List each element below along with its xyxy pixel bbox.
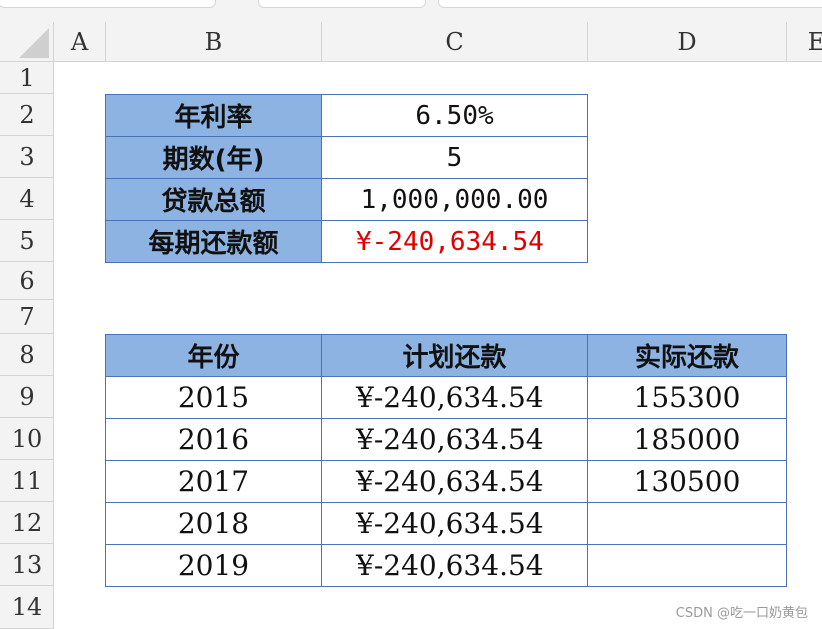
column-header-b[interactable]: B: [106, 22, 322, 62]
summary-value-loan[interactable]: 1,000,000.00: [322, 179, 588, 221]
row-header-2[interactable]: 2: [0, 94, 54, 136]
schedule-header-actual[interactable]: 实际还款: [588, 335, 787, 377]
summary-label-payment[interactable]: 每期还款额: [106, 221, 322, 263]
summary-value-rate[interactable]: 6.50%: [322, 95, 588, 137]
schedule-planned-cell[interactable]: ¥-240,634.54: [322, 461, 588, 503]
row-header-6[interactable]: 6: [0, 262, 54, 300]
schedule-year-cell[interactable]: 2018: [106, 503, 322, 545]
row-header-7[interactable]: 7: [0, 300, 54, 334]
column-header-e[interactable]: E: [787, 22, 822, 62]
row-header-11[interactable]: 11: [0, 460, 54, 502]
summary-label-periods[interactable]: 期数(年): [106, 137, 322, 179]
row-header-column: 1 2 3 4 5 6 7 8 9 10 11 12 13 14: [0, 62, 54, 629]
schedule-planned-cell[interactable]: ¥-240,634.54: [322, 503, 588, 545]
name-box[interactable]: [0, 0, 216, 8]
summary-label-loan[interactable]: 贷款总额: [106, 179, 322, 221]
select-all-icon: [19, 28, 49, 58]
schedule-actual-cell[interactable]: [588, 503, 787, 545]
summary-value-periods[interactable]: 5: [322, 137, 588, 179]
toolbar-strip: [0, 0, 822, 22]
row-header-9[interactable]: 9: [0, 376, 54, 418]
schedule-actual-cell[interactable]: 130500: [588, 461, 787, 503]
row-header-12[interactable]: 12: [0, 502, 54, 544]
summary-value-payment[interactable]: ¥-240,634.54: [322, 221, 588, 263]
schedule-year-cell[interactable]: 2015: [106, 377, 322, 419]
row-header-4[interactable]: 4: [0, 178, 54, 220]
column-header-a[interactable]: A: [54, 22, 106, 62]
row-header-8[interactable]: 8: [0, 334, 54, 376]
column-header-row: A B C D E: [0, 22, 822, 62]
schedule-header-planned[interactable]: 计划还款: [322, 335, 588, 377]
row-header-1[interactable]: 1: [0, 62, 54, 94]
schedule-planned-cell[interactable]: ¥-240,634.54: [322, 377, 588, 419]
row-header-5[interactable]: 5: [0, 220, 54, 262]
summary-label-rate[interactable]: 年利率: [106, 95, 322, 137]
row-header-13[interactable]: 13: [0, 544, 54, 586]
row-header-14[interactable]: 14: [0, 586, 54, 629]
schedule-year-cell[interactable]: 2019: [106, 545, 322, 587]
schedule-year-cell[interactable]: 2017: [106, 461, 322, 503]
row-header-3[interactable]: 3: [0, 136, 54, 178]
formula-bar[interactable]: [438, 0, 822, 8]
column-header-d[interactable]: D: [588, 22, 787, 62]
schedule-actual-cell[interactable]: [588, 545, 787, 587]
schedule-header-year[interactable]: 年份: [106, 335, 322, 377]
column-header-c[interactable]: C: [322, 22, 588, 62]
schedule-actual-cell[interactable]: 185000: [588, 419, 787, 461]
schedule-actual-cell[interactable]: 155300: [588, 377, 787, 419]
formula-controls[interactable]: [258, 0, 426, 8]
schedule-planned-cell[interactable]: ¥-240,634.54: [322, 419, 588, 461]
row-header-10[interactable]: 10: [0, 418, 54, 460]
schedule-planned-cell[interactable]: ¥-240,634.54: [322, 545, 588, 587]
select-all-corner[interactable]: [0, 22, 54, 62]
schedule-year-cell[interactable]: 2016: [106, 419, 322, 461]
watermark: CSDN @吃一口奶黄包: [675, 606, 808, 621]
